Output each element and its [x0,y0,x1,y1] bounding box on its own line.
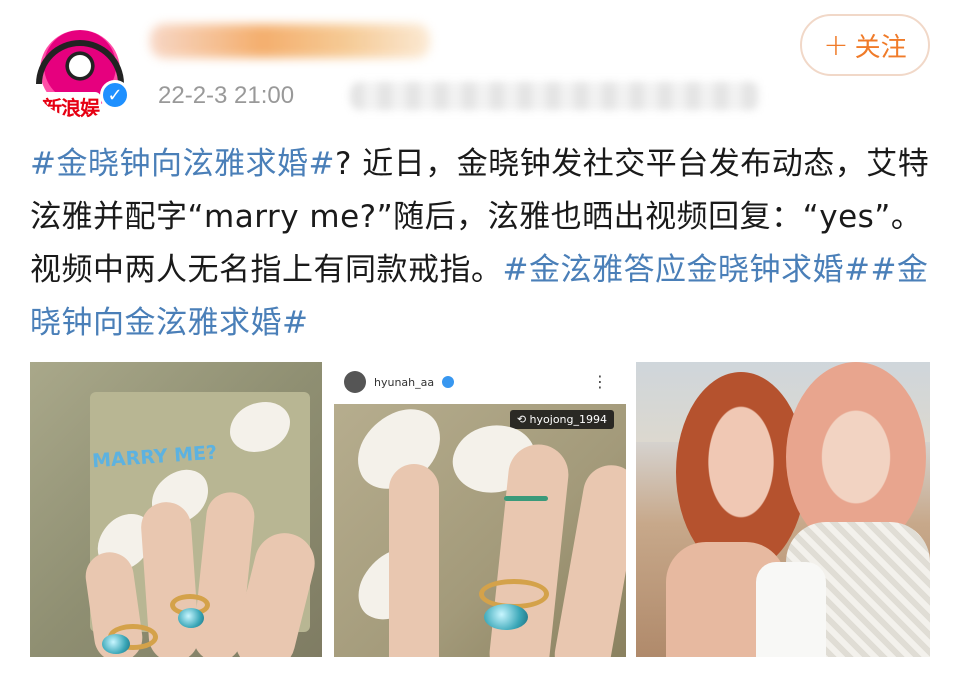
more-options-icon: ⋮ [592,372,608,391]
repost-tag: ⟲ hyojong_1994 [509,410,614,429]
white-top [756,562,826,657]
opal-gem [484,604,528,630]
opal-gem [178,608,204,628]
ring-photo-2[interactable]: hyunah_aa ⋮ ⟲ hyojong_1994 [334,362,626,657]
ring-photo-1[interactable]: MARRY ME? [30,362,322,657]
avatar-label: 新浪娱 [40,92,101,118]
ig-verified-icon [442,376,455,388]
post-timestamp: 22-2-3 21:00 [158,82,295,109]
opal-gem [102,634,130,654]
couple-photo[interactable] [636,362,930,657]
finger [389,464,439,657]
ig-account-name: hyunah_aa [374,375,435,389]
hashtag-link[interactable]: #金泫雅答应金晓钟求婚# [503,252,871,288]
author-name-redacted[interactable] [150,24,430,58]
ig-avatar [344,371,366,393]
hashtag-link[interactable]: #金晓钟向泫雅求婚# [30,146,335,182]
follow-label: 关注 [854,32,907,63]
ig-photo: ⟲ hyojong_1994 [334,404,626,657]
post-source-redacted [350,82,760,110]
verified-icon: ✓ [100,80,130,110]
plus-icon: + [823,27,849,63]
follow-button[interactable]: + 关注 [800,14,930,76]
repost-account: hyojong_1994 [529,413,607,426]
instagram-post-header: hyunah_aa [334,362,626,402]
ring-tattoo [504,496,548,501]
post-body: #金晓钟向泫雅求婚#? 近日，金晓钟发社交平台发布动态，艾特泫雅并配字“marr… [30,138,930,350]
